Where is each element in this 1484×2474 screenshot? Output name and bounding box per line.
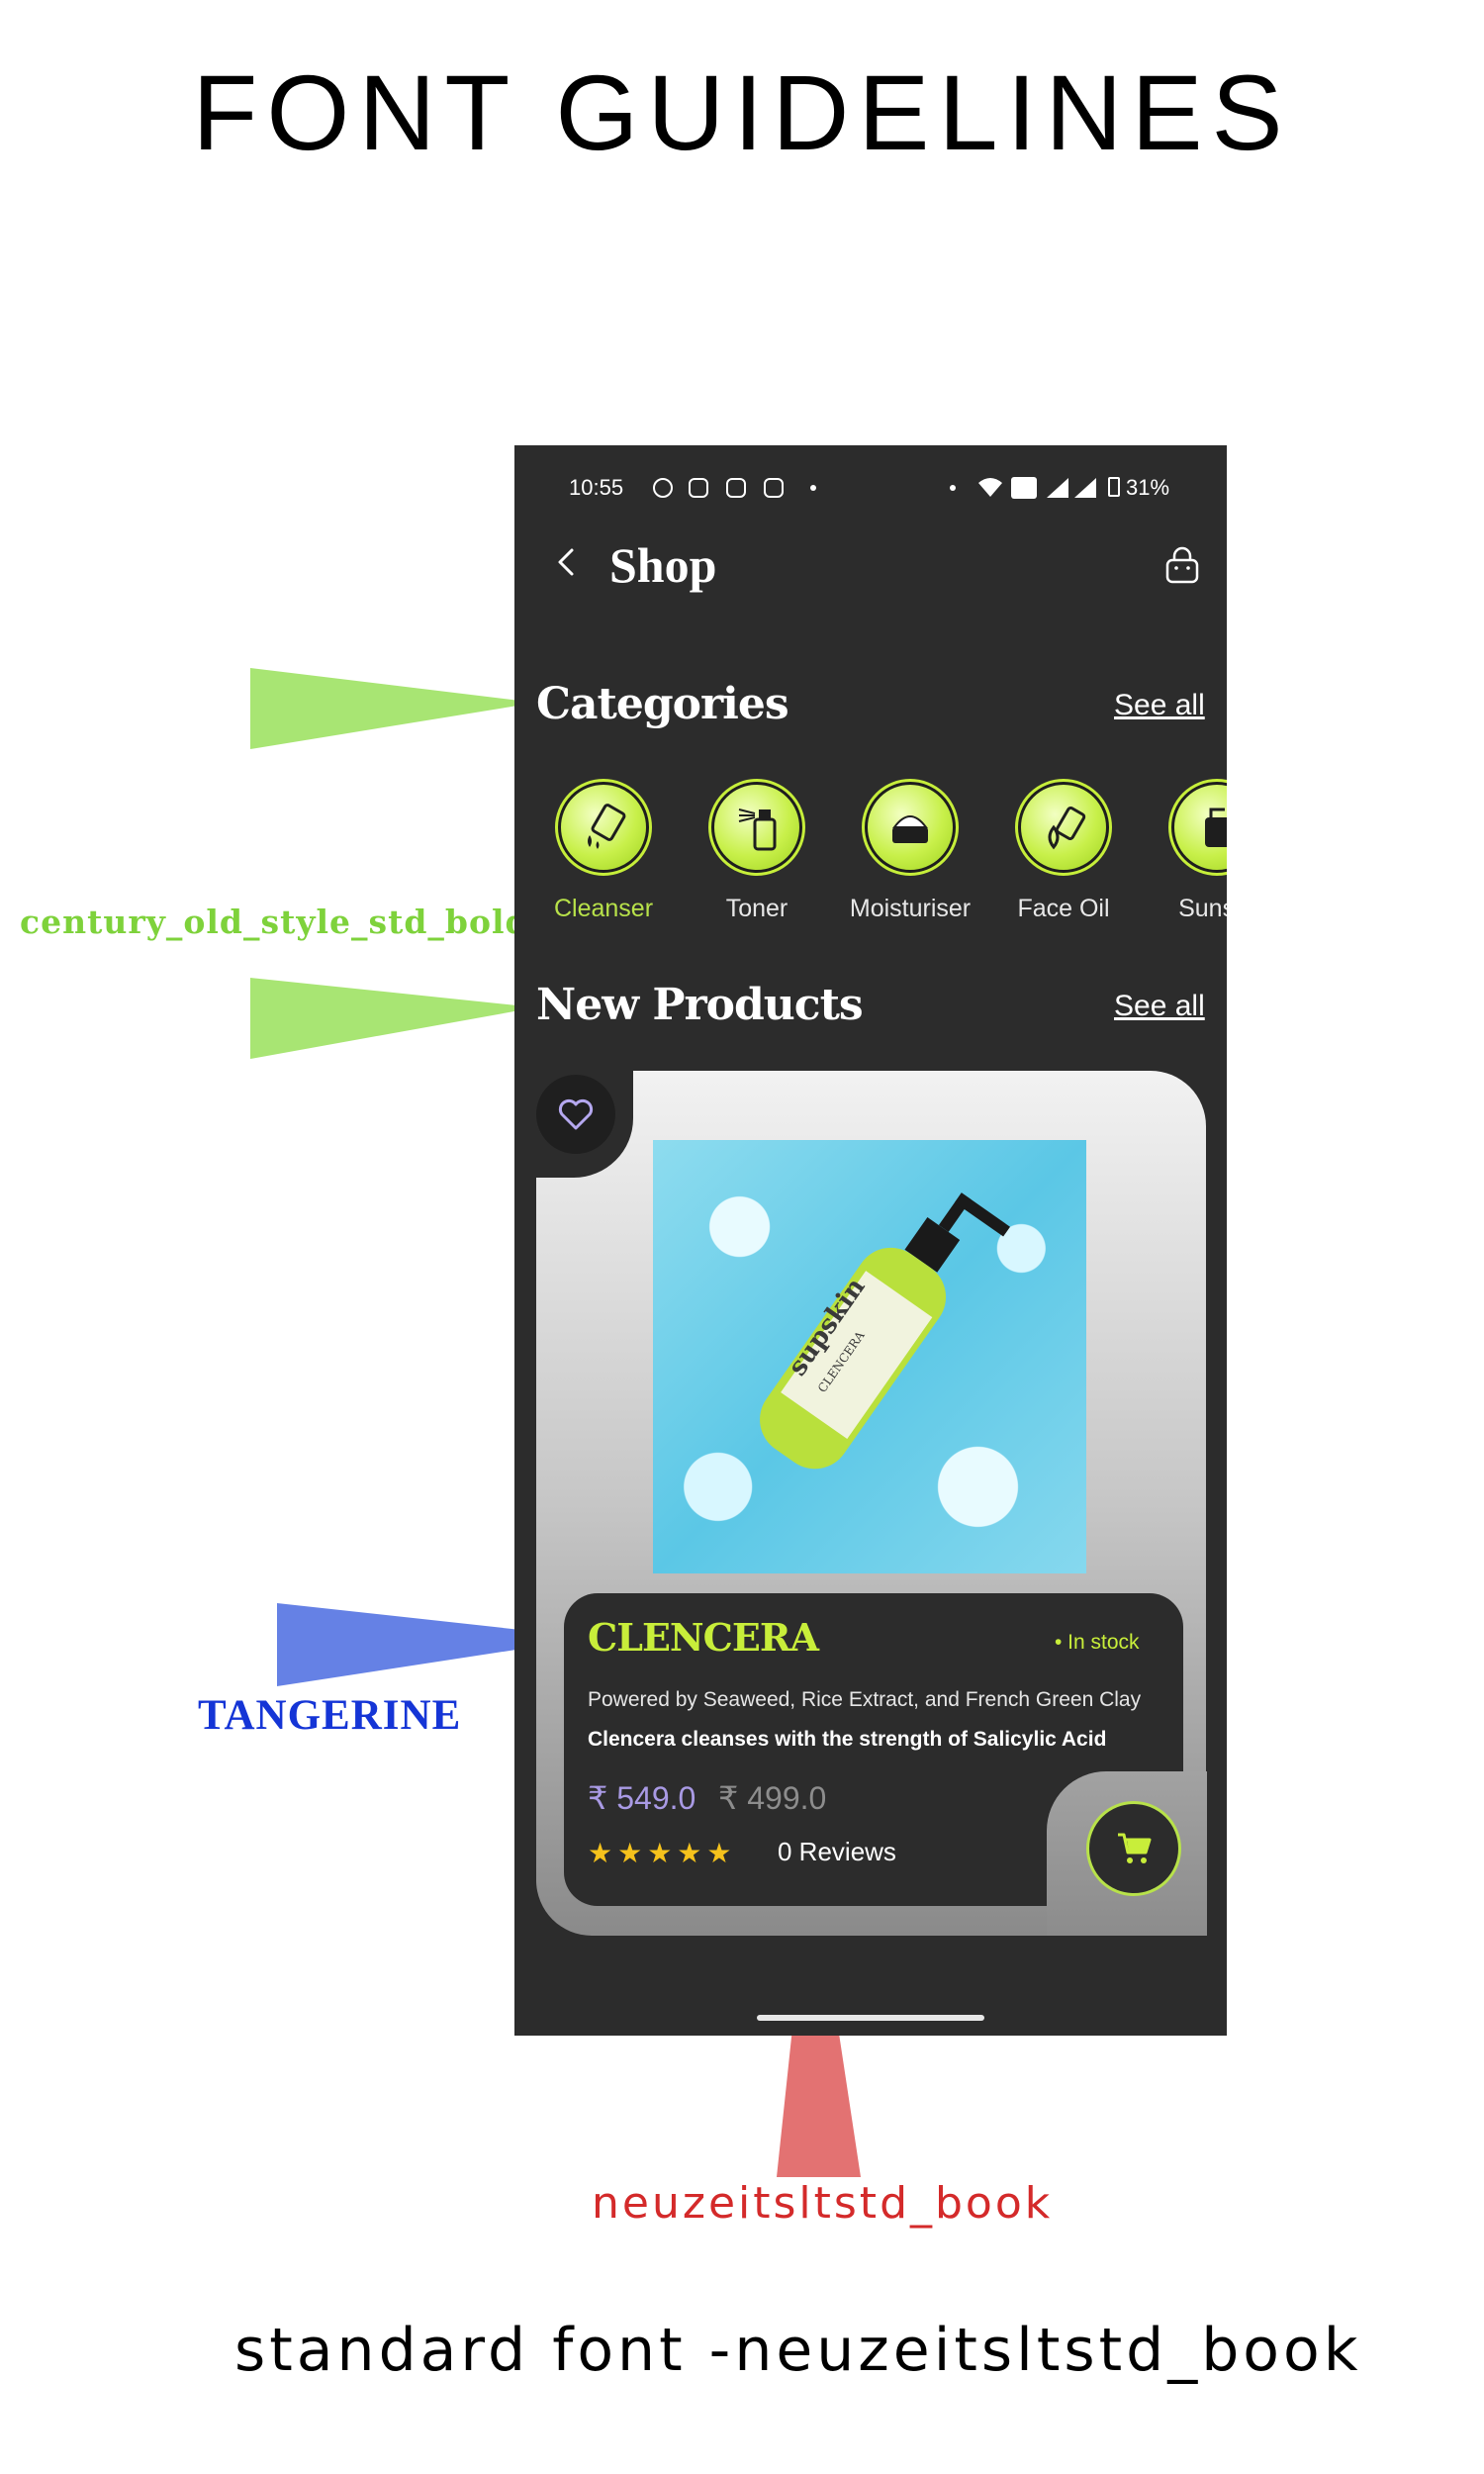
notification-dot-icon bbox=[950, 485, 956, 491]
annotation-label-century: century_old_style_std_bold bbox=[20, 903, 529, 941]
product-image[interactable]: supskin CLENCERA bbox=[653, 1140, 1086, 1573]
category-label: Cleanser bbox=[553, 895, 654, 922]
footer-note: standard font -neuzeitsltstd_book bbox=[234, 2316, 1362, 2385]
cleanser-icon bbox=[555, 779, 652, 876]
cart-icon bbox=[1118, 1833, 1152, 1863]
home-indicator[interactable] bbox=[757, 2015, 984, 2021]
wifi-icon bbox=[978, 478, 1002, 497]
favorite-button[interactable] bbox=[536, 1075, 615, 1154]
category-label: Moisturiser bbox=[849, 895, 972, 922]
categories-heading: Categories bbox=[536, 679, 789, 729]
rating-stars: ★★★★★ bbox=[588, 1838, 737, 1868]
product-description: Powered by Seaweed, Rice Extract, and Fr… bbox=[588, 1688, 1142, 1711]
cream-jar-icon bbox=[862, 779, 959, 876]
battery-percent: 31% bbox=[1126, 475, 1170, 500]
category-label: Sunscr bbox=[1178, 895, 1227, 922]
category-toner[interactable]: Toner bbox=[693, 779, 821, 923]
status-app-icon bbox=[653, 478, 673, 498]
status-bar: 10:55 31% bbox=[514, 475, 1227, 515]
status-time: 10:55 bbox=[569, 475, 624, 500]
product-name: CLENCERA bbox=[588, 1615, 819, 1660]
signal-icon bbox=[1074, 478, 1096, 498]
new-products-see-all-link[interactable]: See all bbox=[1114, 990, 1205, 1023]
category-face-oil[interactable]: Face Oil bbox=[999, 779, 1128, 923]
category-cleanser[interactable]: Cleanser bbox=[539, 779, 668, 923]
signal-icon bbox=[1047, 478, 1068, 498]
heart-icon bbox=[558, 1098, 594, 1130]
battery-icon bbox=[1108, 477, 1120, 497]
phone-screen: 10:55 31% Shop Categories See all Cleans… bbox=[514, 445, 1227, 2036]
spray-bottle-icon bbox=[708, 779, 805, 876]
category-label: Toner bbox=[725, 895, 788, 922]
product-tagline: Clencera cleanses with the strength of S… bbox=[588, 1728, 1107, 1751]
product-bottle-image: supskin CLENCERA bbox=[760, 1192, 1010, 1470]
oil-dropper-icon bbox=[1015, 779, 1112, 876]
stock-status-badge: • In stock bbox=[1055, 1631, 1140, 1654]
chevron-left-icon[interactable] bbox=[549, 544, 585, 580]
instagram-icon bbox=[764, 478, 784, 498]
notification-dot-icon bbox=[810, 485, 816, 491]
volte-wifi-icon bbox=[1011, 477, 1037, 499]
instagram-icon bbox=[726, 478, 746, 498]
screen-title: Shop bbox=[609, 537, 717, 593]
category-sunscreen[interactable]: Sunscr bbox=[1153, 779, 1227, 923]
pointer-categories bbox=[250, 668, 536, 749]
annotation-label-tangerine: TANGERINE bbox=[198, 1692, 462, 1739]
annotation-label-neuzeit: neuzeitsltstd_book bbox=[592, 2178, 1054, 2229]
category-label: Face Oil bbox=[1017, 895, 1110, 922]
category-moisturiser[interactable]: Moisturiser bbox=[846, 779, 974, 923]
shopping-bag-icon[interactable] bbox=[1163, 546, 1201, 586]
product-price: ₹ 549.0 bbox=[588, 1780, 696, 1816]
categories-see-all-link[interactable]: See all bbox=[1114, 689, 1205, 722]
reviews-count[interactable]: 0 Reviews bbox=[778, 1837, 896, 1867]
add-to-cart-button[interactable] bbox=[1086, 1801, 1181, 1896]
sunscreen-bottle-icon bbox=[1168, 779, 1227, 876]
new-products-heading: New Products bbox=[536, 980, 864, 1030]
instagram-icon bbox=[689, 478, 708, 498]
pointer-new-products bbox=[250, 978, 536, 1059]
product-old-price: ₹ 499.0 bbox=[718, 1780, 827, 1816]
